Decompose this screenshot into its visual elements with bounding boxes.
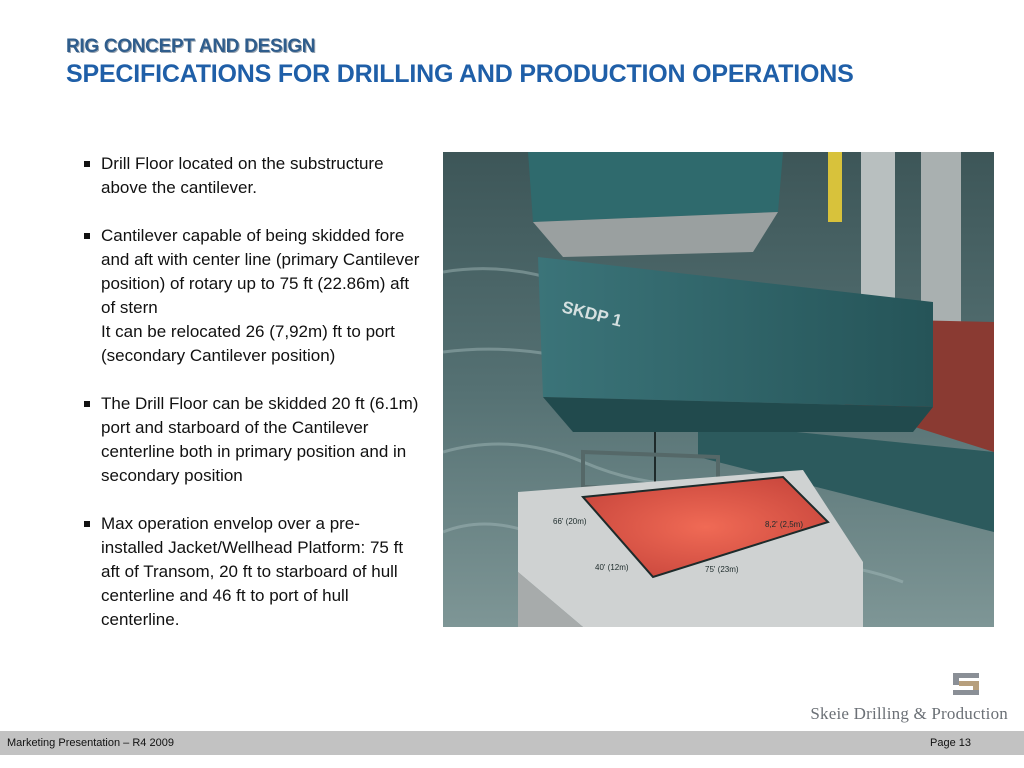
bullet-item: Drill Floor located on the substructure … (82, 152, 422, 200)
bullet-continuation: It can be relocated 26 (7,92m) ft to por… (101, 322, 395, 365)
dimension-40ft: 40' (12m) (595, 563, 629, 572)
footer-bar: Marketing Presentation – R4 2009 Page 13 (0, 731, 1024, 755)
bullet-list: Drill Floor located on the substructure … (82, 152, 422, 656)
rig-rendering: SKDP 1 66' (20m) 8,2' (2,5m) 40' (12m) 7… (443, 152, 994, 627)
bullet-item: Max operation envelop over a pre-install… (82, 512, 422, 632)
company-logo-text: Skeie Drilling & Production (810, 704, 1008, 723)
derrick-crane (828, 152, 842, 222)
bullet-text: Max operation envelop over a pre-install… (101, 514, 404, 629)
bullet-item: Cantilever capable of being skidded fore… (82, 224, 422, 368)
page-title: SPECIFICATIONS FOR DRILLING AND PRODUCTI… (66, 60, 854, 88)
skeie-logo-mark-icon (953, 673, 979, 695)
dimension-8ft: 8,2' (2,5m) (765, 520, 803, 529)
bullet-text: Drill Floor located on the substructure … (101, 154, 384, 197)
derrick-upper (528, 152, 783, 222)
bullet-text: Cantilever capable of being skidded fore… (101, 226, 420, 317)
rig-rendering-svg: SKDP 1 66' (20m) 8,2' (2,5m) 40' (12m) 7… (443, 152, 994, 627)
section-kicker: RIG CONCEPT AND DESIGN (66, 36, 316, 57)
bullet-item: The Drill Floor can be skidded 20 ft (6.… (82, 392, 422, 488)
dimension-66ft: 66' (20m) (553, 517, 587, 526)
footer-page-number: Page 13 (930, 737, 971, 749)
title-block: RIG CONCEPT AND DESIGN SPECIFICATIONS FO… (66, 36, 854, 89)
dimension-75ft: 75' (23m) (705, 565, 739, 574)
footer-presentation-label: Marketing Presentation – R4 2009 (7, 737, 174, 749)
bullet-text: The Drill Floor can be skidded 20 ft (6.… (101, 394, 419, 485)
